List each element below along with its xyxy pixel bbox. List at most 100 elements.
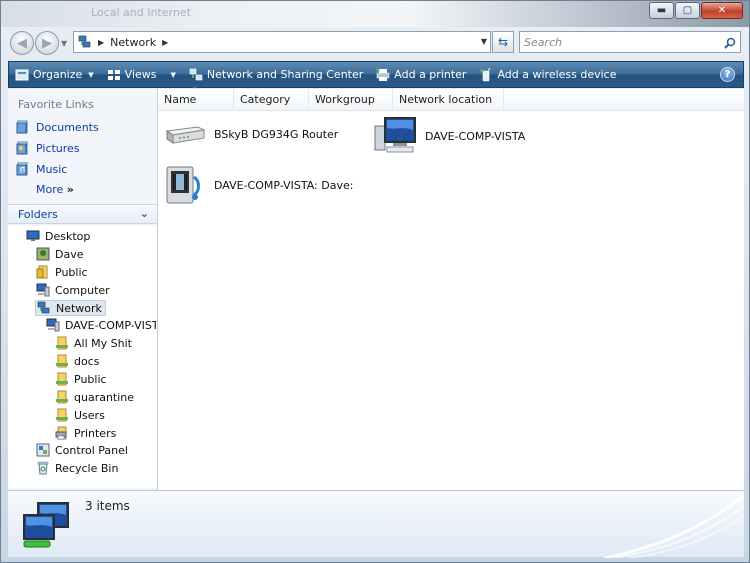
column-workgroup[interactable]: Workgroup xyxy=(309,89,393,111)
tree-label: Computer xyxy=(55,283,110,297)
column-label: Category xyxy=(240,93,291,106)
tree-item-public-share[interactable]: Public xyxy=(55,372,107,386)
media-device-icon xyxy=(166,166,200,204)
network-sharing-icon xyxy=(189,68,203,80)
tree-item-recycle-bin[interactable]: Recycle Bin xyxy=(36,461,118,475)
documents-icon xyxy=(16,120,28,134)
more-label: More xyxy=(36,183,64,196)
tree-label: Control Panel xyxy=(55,443,128,457)
tree-item-all-my-shit[interactable]: All My Shit xyxy=(55,336,132,350)
chevron-down-icon: ⌄ xyxy=(139,207,149,220)
address-dropdown-icon[interactable]: ▼ xyxy=(481,37,487,46)
computer-icon xyxy=(374,117,416,153)
share-folder-icon xyxy=(56,372,68,386)
network-item-label: BSkyB DG934G Router xyxy=(214,127,339,141)
folder-tree: Desktop Dave Public Computer Network DAV… xyxy=(8,226,157,488)
tree-label: Printers xyxy=(74,426,117,440)
minimize-button[interactable]: ▬ xyxy=(649,2,674,19)
column-category[interactable]: Category xyxy=(234,89,309,111)
organize-icon xyxy=(15,69,29,80)
recycle-bin-icon xyxy=(37,461,49,475)
computer-icon xyxy=(46,318,60,332)
favorite-label: Pictures xyxy=(36,141,80,155)
file-list: ^ Name Category Workgroup Network locatio… xyxy=(158,86,744,490)
navigation-pane: Favorite Links Documents Pictures Music … xyxy=(8,89,158,490)
network-item-dave-comp-vista[interactable]: DAVE-COMP-VISTA xyxy=(373,116,525,156)
tree-label: Public xyxy=(55,265,88,279)
title-bar[interactable]: Local and Internet ▬ ▢ ✕ xyxy=(1,1,749,27)
tree-item-control-panel[interactable]: Control Panel xyxy=(36,443,128,457)
pictures-icon xyxy=(16,141,28,155)
recent-pages-dropdown[interactable]: ▼ xyxy=(61,39,67,48)
favorite-label: Documents xyxy=(36,120,99,134)
tree-item-computer[interactable]: Computer xyxy=(36,283,110,297)
refresh-icon: ⇆ xyxy=(497,35,509,49)
decorative-swoosh xyxy=(604,494,744,558)
add-wireless-device-button[interactable]: Add a wireless device xyxy=(479,67,617,82)
tree-item-public[interactable]: Public xyxy=(36,265,88,279)
wireless-device-icon xyxy=(480,67,491,81)
network-icon xyxy=(23,502,69,548)
folders-header[interactable]: Folders ⌄ xyxy=(8,204,157,224)
column-name[interactable]: ^ Name xyxy=(158,86,234,111)
tree-label: DAVE-COMP-VISTA xyxy=(65,318,156,332)
network-item-router[interactable]: BSkyB DG934G Router xyxy=(164,121,338,147)
breadcrumb-separator-icon[interactable]: ▶ xyxy=(162,38,168,47)
more-link[interactable]: More » xyxy=(36,183,74,196)
tree-item-dave-comp-vista[interactable]: DAVE-COMP-VISTA xyxy=(46,318,156,332)
tree-item-users[interactable]: Users xyxy=(55,408,105,422)
help-button[interactable]: ? xyxy=(720,67,735,82)
back-arrow-icon: ◀ xyxy=(17,35,27,51)
forward-button[interactable]: ▶ xyxy=(35,31,59,55)
add-printer-button[interactable]: Add a printer xyxy=(376,67,467,82)
close-button[interactable]: ✕ xyxy=(701,2,743,19)
printer-icon xyxy=(376,67,390,81)
breadcrumb-separator-icon: ▶ xyxy=(98,37,105,47)
tree-item-docs[interactable]: docs xyxy=(55,354,100,368)
favorite-links-title: Favorite Links xyxy=(18,98,94,111)
forward-arrow-icon: ▶ xyxy=(42,35,52,51)
tree-item-printers[interactable]: Printers xyxy=(55,426,116,440)
network-item-media-device[interactable]: DAVE-COMP-VISTA: Dave: xyxy=(164,163,353,207)
double-chevron-icon: » xyxy=(66,183,74,196)
maximize-button[interactable]: ▢ xyxy=(675,2,700,19)
favorite-documents[interactable]: Documents xyxy=(16,120,99,134)
share-folder-icon xyxy=(56,336,68,350)
tree-item-quarantine[interactable]: quarantine xyxy=(55,390,134,404)
tree-label: All My Shit xyxy=(74,336,132,350)
column-header-row: ^ Name Category Workgroup Network locatio… xyxy=(158,86,744,111)
network-icon xyxy=(37,301,50,314)
favorite-pictures[interactable]: Pictures xyxy=(16,141,80,155)
organize-button[interactable]: Organize ▼ xyxy=(15,68,94,82)
address-bar[interactable]: ▶ Network ▶ ▼ xyxy=(73,31,491,53)
network-sharing-center-button[interactable]: Network and Sharing Center xyxy=(189,68,363,82)
network-icon xyxy=(78,35,91,48)
search-icon[interactable] xyxy=(724,37,736,49)
tree-label: docs xyxy=(74,354,100,368)
folder-icon xyxy=(36,265,48,279)
network-sharing-center-label: Network and Sharing Center xyxy=(206,68,364,81)
refresh-button[interactable]: ⇆ xyxy=(492,31,514,53)
tree-label: Users xyxy=(74,408,105,422)
views-button[interactable]: Views ▼ xyxy=(107,68,176,82)
user-folder-icon xyxy=(36,247,50,261)
add-printer-label: Add a printer xyxy=(394,68,467,81)
column-network-location[interactable]: Network location xyxy=(393,89,504,111)
computer-icon xyxy=(36,283,50,297)
column-label: Network location xyxy=(399,93,493,106)
back-button[interactable]: ◀ xyxy=(10,31,34,55)
chevron-down-icon: ▼ xyxy=(88,70,94,79)
search-input[interactable]: Search xyxy=(519,31,741,53)
window-title: Local and Internet xyxy=(91,6,191,19)
tree-item-desktop[interactable]: Desktop xyxy=(26,229,90,243)
share-folder-icon xyxy=(56,390,68,404)
breadcrumb-network[interactable]: Network xyxy=(110,36,156,49)
favorite-music[interactable]: Music xyxy=(16,162,67,176)
tree-label: Network xyxy=(56,301,102,315)
tree-item-dave[interactable]: Dave xyxy=(36,247,84,261)
printer-folder-icon xyxy=(55,426,67,440)
network-item-label: DAVE-COMP-VISTA: Dave: xyxy=(214,178,354,192)
tree-item-network[interactable]: Network xyxy=(35,300,106,316)
add-wireless-device-label: Add a wireless device xyxy=(497,68,617,81)
caption-buttons: ▬ ▢ ✕ xyxy=(649,2,743,19)
